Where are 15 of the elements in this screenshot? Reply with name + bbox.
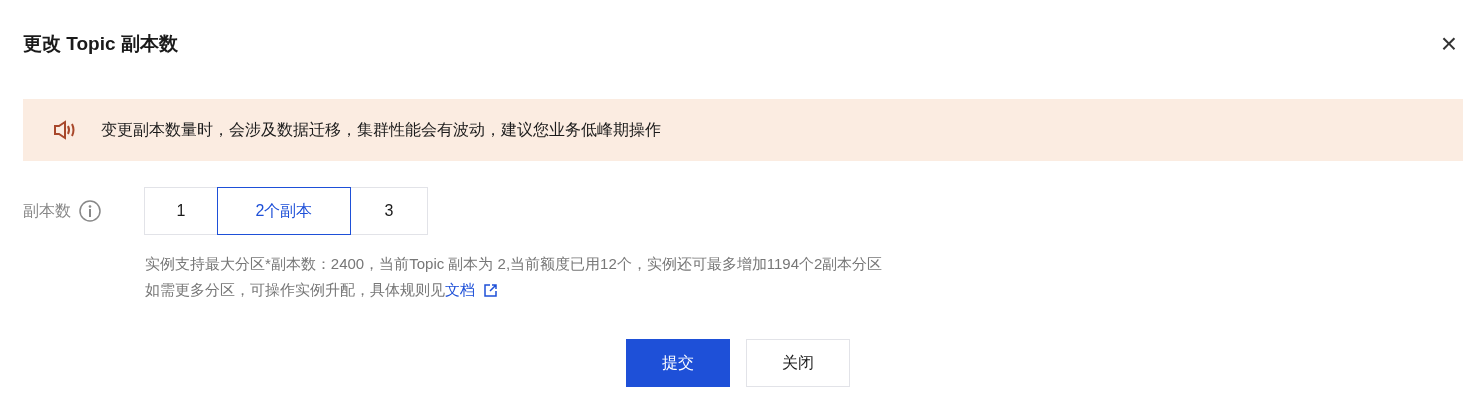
docs-link[interactable]: 文档 [445,277,475,303]
segment-option[interactable]: 3 [350,187,428,235]
submit-button[interactable]: 提交 [626,339,730,387]
dialog-title: 更改 Topic 副本数 [23,32,178,56]
close-button[interactable]: × [1434,30,1463,58]
external-link-icon[interactable] [484,283,497,297]
help-text: 实例支持最大分区*副本数：2400，当前Topic 副本为 2,当前额度已用12个，实例还可最多增加1194个2副本分区 [145,254,883,274]
info-icon [79,200,101,222]
speaker-icon [53,120,77,140]
help-text: 如需更多分区，可操作实例升配，具体规则见 [145,280,445,300]
segment-option[interactable]: 2个副本 [217,187,351,235]
close-dialog-button[interactable]: 关闭 [746,339,850,387]
field-label: 副本数 [23,201,71,221]
notice-text: 变更副本数量时，会涉及数据迁移，集群性能会有波动，建议您业务低峰期操作 [101,120,661,140]
segment-option[interactable]: 1 [144,187,218,235]
